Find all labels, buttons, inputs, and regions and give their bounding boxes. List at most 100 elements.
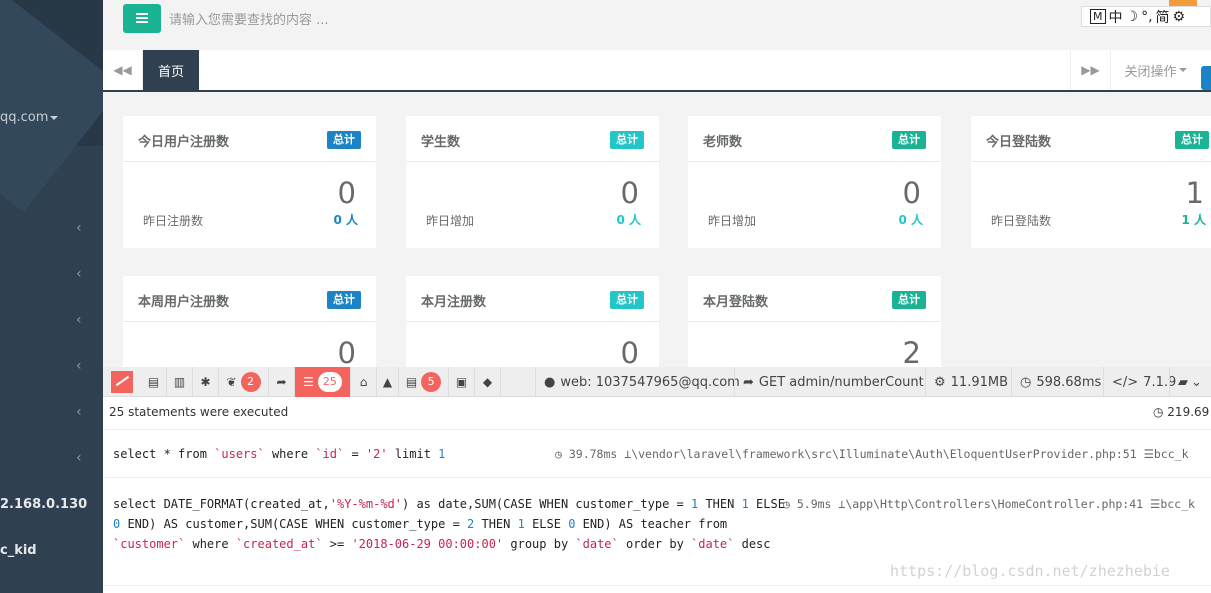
- query-sql-line-3: `customer` where `created_at` >= '2018-0…: [113, 537, 771, 551]
- card-header: 老师数 总计: [688, 116, 941, 162]
- card-sub-label: 昨日增加: [708, 214, 757, 228]
- memory-text: 11.91MB: [950, 374, 1009, 390]
- chevron-left-icon[interactable]: ‹: [76, 220, 82, 236]
- total-badge: 总计: [327, 291, 361, 309]
- clock-icon: ◷: [1153, 405, 1168, 419]
- laravel-logo-icon[interactable]: [111, 371, 133, 393]
- card-title: 本月登陆数: [703, 295, 769, 310]
- ime-mode-icon[interactable]: M: [1090, 9, 1106, 24]
- timeline-icon[interactable]: ▥: [167, 367, 193, 397]
- card-value: 0: [620, 176, 639, 210]
- views-tab[interactable]: ❦ 2: [219, 367, 269, 397]
- card-title: 今日登陆数: [986, 135, 1052, 150]
- total-badge: 总计: [327, 131, 361, 149]
- profile-dropdown[interactable]: qq.com: [0, 110, 59, 125]
- total-badge: 总计: [892, 131, 926, 149]
- tab-next-button[interactable]: ▶▶: [1070, 50, 1110, 90]
- sidebar-item-ip[interactable]: 2.168.0.130: [0, 497, 87, 512]
- card-sub-value: 0 人: [898, 213, 923, 227]
- mail-icon: ▤: [405, 375, 418, 389]
- search-input[interactable]: [169, 6, 569, 34]
- card-header: 学生数 总计: [406, 116, 659, 162]
- chevron-down-icon: ⌄: [1191, 374, 1202, 390]
- query-sql: select * from `users` where `id` = '2' l…: [113, 447, 446, 461]
- total-badge: 总计: [610, 131, 644, 149]
- chevron-left-icon[interactable]: ‹: [76, 450, 82, 466]
- gear-icon[interactable]: ⚙: [1173, 9, 1186, 25]
- user-icon: ●: [544, 374, 556, 390]
- clock-icon: ◷: [783, 497, 797, 511]
- stat-card-students: 学生数 总计 0 昨日增加 0 人: [406, 116, 659, 248]
- mails-tab[interactable]: ▤ 5: [399, 367, 449, 397]
- query-row[interactable]: select DATE_FORMAT(created_at,'%Y-%m-%d'…: [103, 494, 1211, 570]
- top-navbar: M 中 ☽ °, 简 ⚙: [103, 0, 1211, 50]
- leaf-icon: ❦: [226, 375, 237, 389]
- refresh-button[interactable]: [1201, 66, 1211, 90]
- php-version[interactable]: </> 7.1.9: [1103, 367, 1176, 397]
- views-count-badge: 2: [240, 372, 261, 392]
- query-sql-line-2: 0 END) AS customer,SUM(CASE WHEN custome…: [113, 517, 728, 531]
- chevron-left-icon[interactable]: ‹: [76, 358, 82, 374]
- divider: [103, 429, 1211, 430]
- auth-user[interactable]: ● web: 1037547965@qq.com: [535, 367, 740, 397]
- divider: [103, 477, 1211, 478]
- open-handler-button[interactable]: ▰ ⌄: [1169, 367, 1211, 397]
- total-time-text: 219.69: [1167, 405, 1210, 419]
- messages-icon[interactable]: ▤: [141, 367, 167, 397]
- card-header: 本月注册数 总计: [406, 276, 659, 322]
- query-source: \vendor\laravel\framework\src\Illuminate…: [631, 447, 1137, 461]
- ime-chinese-icon[interactable]: 中: [1109, 7, 1123, 27]
- total-query-time: ◷ 219.69: [1153, 405, 1209, 419]
- card-value: 1: [1185, 176, 1204, 210]
- sidebar: qq.com ‹ ‹ ‹ ‹ ‹ ‹ 2.168.0.130 c_kid: [0, 0, 103, 593]
- tab-prev-button[interactable]: ◀◀: [103, 50, 143, 90]
- query-connection: bcc_k: [1160, 497, 1195, 511]
- archive-icon[interactable]: ▣: [449, 367, 475, 397]
- card-sub-value: 1 人: [1181, 213, 1206, 227]
- tab-home[interactable]: 首页: [143, 50, 199, 90]
- card-header: 今日用户注册数 总计: [123, 116, 376, 162]
- chevron-left-icon[interactable]: ‹: [76, 312, 82, 328]
- moon-icon[interactable]: ☽: [1126, 9, 1139, 25]
- query-source: \app\Http\Controllers\HomeController.php…: [845, 497, 1144, 511]
- queries-count-badge: 25: [317, 372, 342, 392]
- simplified-icon[interactable]: 简: [1156, 7, 1170, 27]
- card-value: 0: [337, 336, 356, 370]
- total-badge: 总计: [892, 291, 926, 309]
- card-title: 学生数: [421, 135, 461, 150]
- request-duration[interactable]: ◷ 598.68ms: [1011, 367, 1101, 397]
- tags-icon[interactable]: ◆: [475, 367, 501, 397]
- card-title: 本周用户注册数: [138, 295, 230, 310]
- caret-down-icon: [50, 115, 59, 120]
- inbox-icon[interactable]: ⌂: [351, 367, 377, 397]
- punctuation-icon[interactable]: °,: [1141, 9, 1152, 25]
- chevron-left-icon[interactable]: ‹: [76, 404, 82, 420]
- clock-icon: ◷: [1020, 374, 1032, 390]
- lock-icon[interactable]: ▲: [377, 367, 399, 397]
- card-sub-label: 昨日注册数: [143, 214, 204, 228]
- close-operations-dropdown[interactable]: 关闭操作: [1110, 50, 1200, 90]
- stat-card-teachers: 老师数 总计 0 昨日增加 0 人: [688, 116, 941, 248]
- query-connection: bcc_k: [1153, 447, 1189, 461]
- chevron-left-icon[interactable]: ‹: [76, 266, 82, 282]
- query-sql-line-1: select DATE_FORMAT(created_at,'%Y-%m-%d'…: [113, 497, 785, 511]
- hamburger-icon-line: [136, 21, 148, 23]
- mails-count-badge: 5: [421, 372, 442, 392]
- duration-text: 598.68ms: [1036, 374, 1102, 390]
- request-route[interactable]: ➦ GET admin/numberCount: [734, 367, 924, 397]
- forward-icon: ▶▶: [1081, 63, 1100, 77]
- route-icon[interactable]: ➦: [269, 367, 295, 397]
- sidebar-item-user[interactable]: c_kid: [0, 543, 37, 558]
- database-icon: ☰: [1150, 497, 1161, 511]
- total-badge: 总计: [610, 291, 644, 309]
- hamburger-icon-line: [136, 17, 148, 19]
- bug-icon[interactable]: ✱: [193, 367, 219, 397]
- card-sub-label: 昨日增加: [426, 214, 475, 228]
- menu-toggle-button[interactable]: [123, 4, 161, 33]
- backward-icon: ◀◀: [113, 63, 132, 77]
- queries-tab[interactable]: ☰ 25: [295, 367, 351, 397]
- ime-toolbar[interactable]: M 中 ☽ °, 简 ⚙: [1081, 6, 1211, 27]
- debugbar: ▤ ▥ ✱ ❦ 2 ➦ ☰ 25 ⌂ ▲ ▤ 5 ▣ ◆ ● web: 10375479…: [103, 367, 1211, 593]
- caret-down-icon: [1178, 68, 1187, 72]
- memory-usage[interactable]: ⚙ 11.91MB: [925, 367, 1008, 397]
